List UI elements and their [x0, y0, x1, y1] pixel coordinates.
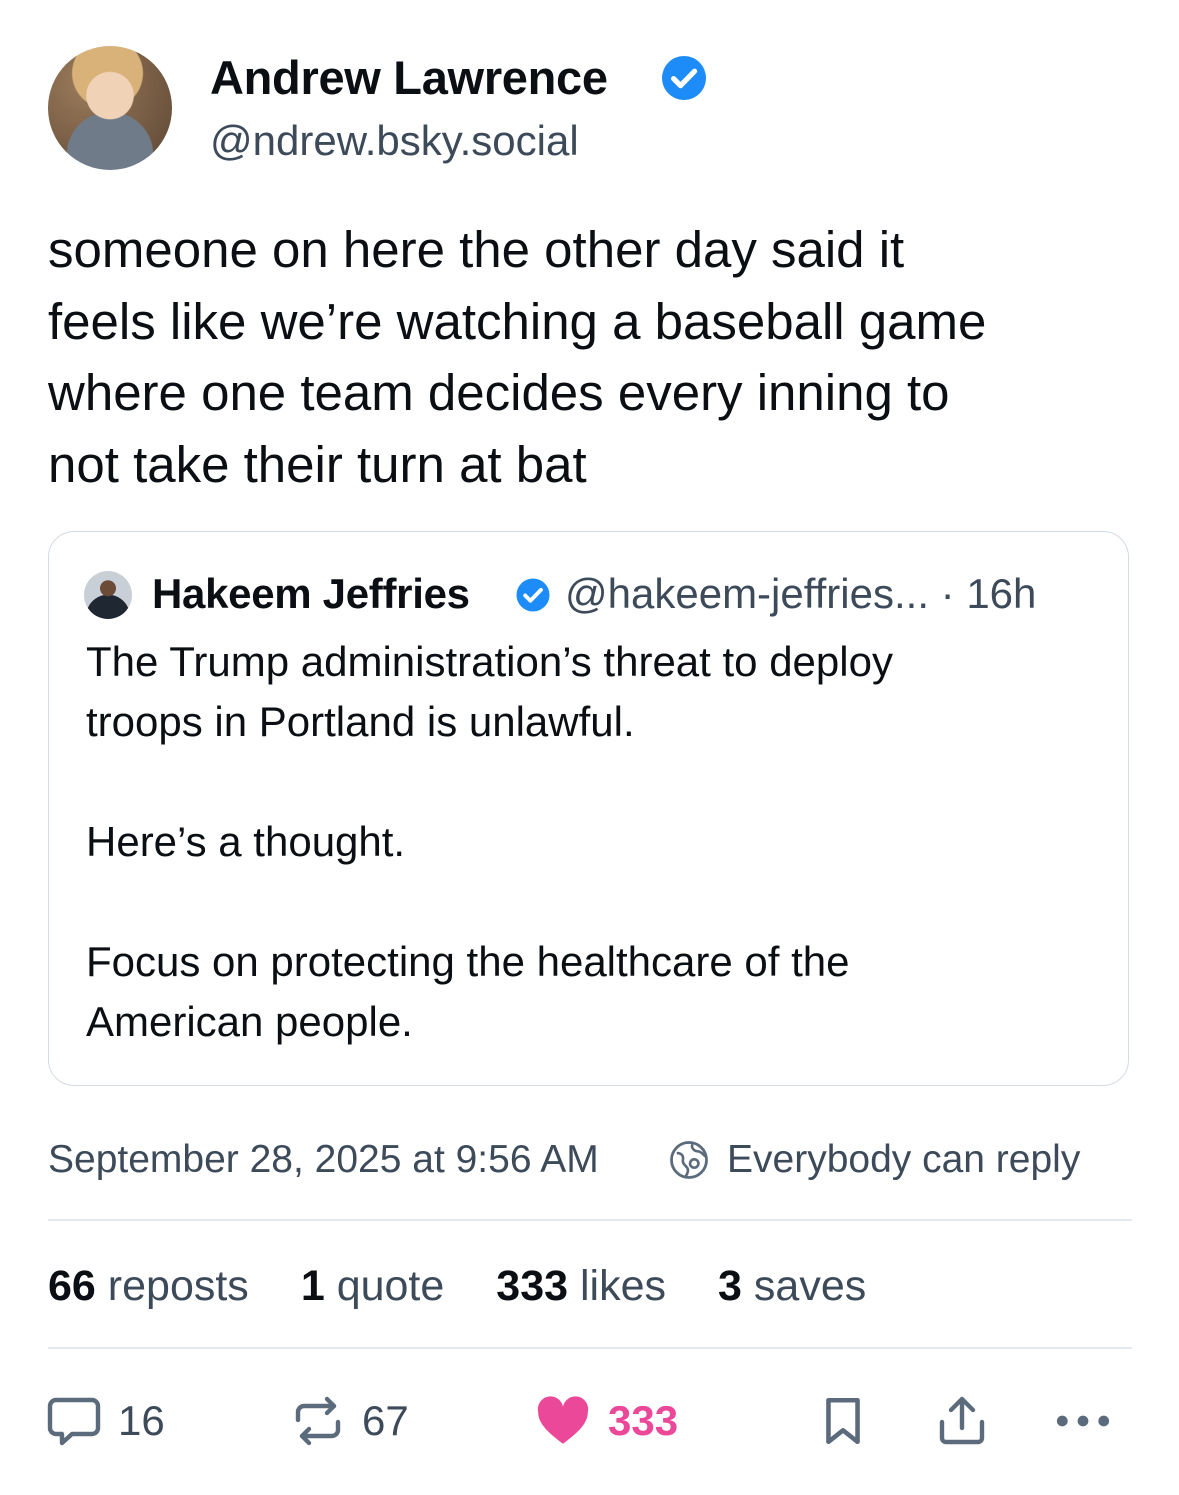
share-icon: [939, 1396, 985, 1445]
repost-button[interactable]: 67: [290, 1394, 409, 1448]
globe-icon: [670, 1141, 708, 1179]
post-text-line: not take their turn at bat: [48, 435, 587, 493]
stat-label: saves: [753, 1262, 867, 1310]
quoted-author-handle-time: @hakeem-jeffries... · 16h: [565, 570, 1037, 617]
repost-count: 67: [362, 1397, 409, 1444]
quoted-text-line: Here’s a thought.: [86, 818, 406, 865]
stat-reposts[interactable]: 66 reposts: [48, 1262, 249, 1311]
quoted-text-line: Focus on protecting the healthcare of th…: [86, 938, 850, 985]
stat-quotes[interactable]: 1 quote: [301, 1262, 444, 1311]
post-text-line: someone on here the other day said it: [48, 221, 905, 278]
reply-count: 16: [118, 1397, 165, 1444]
stat-count: 66: [48, 1262, 96, 1310]
quoted-text-line: The Trump administration’s threat to dep…: [86, 638, 893, 685]
like-button[interactable]: 333: [534, 1394, 678, 1448]
quoted-text-line: American people.: [86, 998, 413, 1045]
like-count: 333: [608, 1397, 679, 1444]
stat-count: 333: [496, 1262, 569, 1310]
more-button[interactable]: [1054, 1394, 1112, 1448]
divider: [48, 1347, 1132, 1349]
post-timestamp: September 28, 2025 at 9:56 AM: [48, 1138, 599, 1181]
author-avatar[interactable]: [48, 46, 172, 170]
verified-badge-icon: [662, 56, 706, 100]
post-text: someone on here the other day said it fe…: [48, 214, 1148, 500]
stat-label: quote: [336, 1262, 445, 1310]
post-text-line: where one team decides every inning to: [48, 364, 950, 421]
quoted-author-name[interactable]: Hakeem Jeffries: [152, 570, 470, 618]
heart-icon: [537, 1396, 589, 1444]
divider: [48, 1219, 1132, 1221]
comment-icon: [47, 1397, 101, 1446]
post-text-line: feels like we’re watching a baseball gam…: [48, 292, 987, 350]
bookmark-icon: [826, 1397, 860, 1445]
author-handle[interactable]: @ndrew.bsky.social: [210, 117, 579, 165]
stat-count: 1: [300, 1262, 325, 1310]
stat-count: 3: [718, 1262, 742, 1310]
quoted-text-line: [86, 872, 1106, 932]
quoted-post-text: The Trump administration’s threat to dep…: [86, 632, 1106, 1052]
post-stats: 66 reposts 1 quote 333 likes 3 saves: [48, 1262, 918, 1311]
reply-setting[interactable]: Everybody can reply: [727, 1138, 1080, 1182]
verified-badge-icon: [516, 578, 550, 612]
stat-likes[interactable]: 333 likes: [496, 1262, 666, 1311]
quoted-text-line: troops in Portland is unlawful.: [86, 698, 635, 745]
reply-button[interactable]: 16: [46, 1394, 165, 1448]
author-name[interactable]: Andrew Lawrence: [210, 50, 608, 105]
repost-icon: [295, 1396, 341, 1446]
stat-saves[interactable]: 3 saves: [718, 1262, 866, 1311]
stat-label: reposts: [107, 1262, 249, 1310]
bookmark-button[interactable]: [818, 1394, 868, 1448]
quoted-text-line: [86, 752, 1106, 812]
more-icon: [1056, 1415, 1110, 1427]
quoted-author-avatar[interactable]: [84, 571, 132, 619]
stat-label: likes: [580, 1262, 667, 1310]
share-button[interactable]: [934, 1394, 990, 1448]
